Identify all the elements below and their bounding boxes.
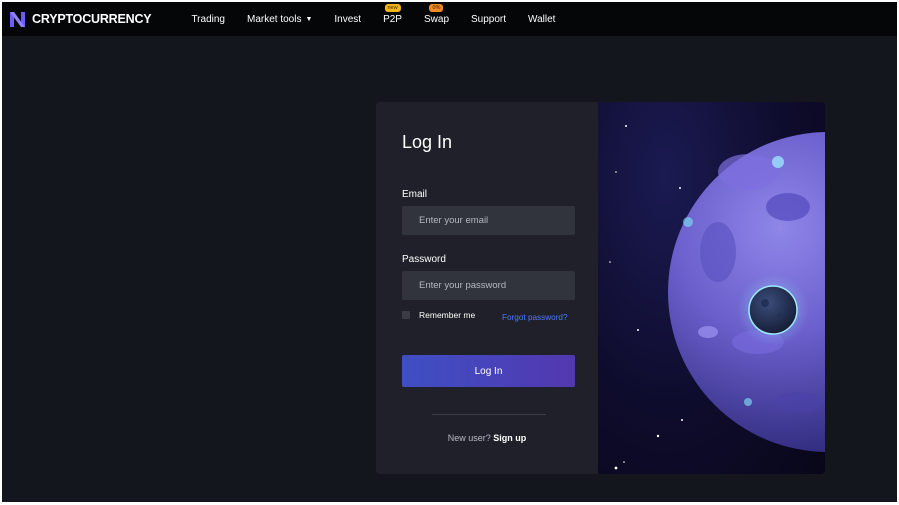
logo-icon bbox=[10, 11, 25, 27]
app-window: CRYPTOCURRENCY Trading Market tools ▼ In… bbox=[2, 2, 897, 502]
nav-item-label: Market tools bbox=[246, 13, 302, 25]
remember-me-row: Remember me bbox=[402, 310, 475, 320]
remember-me-checkbox[interactable] bbox=[402, 311, 410, 319]
nav-item-support[interactable]: Support bbox=[471, 2, 506, 36]
password-input[interactable] bbox=[402, 271, 575, 300]
password-label: Password bbox=[402, 254, 446, 265]
planet-artwork bbox=[609, 125, 825, 470]
new-user-text: New user? bbox=[447, 433, 491, 443]
signup-link[interactable]: Sign up bbox=[493, 433, 526, 443]
nav-item-label: P2P bbox=[383, 13, 402, 25]
signup-prompt: New user? Sign up bbox=[376, 433, 598, 443]
nav-item-invest[interactable]: Invest bbox=[334, 2, 361, 36]
nav-item-label: Swap bbox=[423, 13, 449, 25]
nav-item-label: Trading bbox=[191, 13, 225, 25]
nav-item-label: Wallet bbox=[528, 13, 556, 25]
login-card: Log In Email Password Remember me Forgot… bbox=[376, 102, 825, 474]
page-title: Log In bbox=[402, 132, 453, 152]
email-label: Email bbox=[402, 189, 428, 200]
nav-item-swap[interactable]: 0% Swap bbox=[424, 2, 449, 36]
divider bbox=[432, 414, 546, 415]
caret-down-icon: ▼ bbox=[305, 15, 313, 23]
brand-name: CRYPTOCURRENCY bbox=[32, 12, 152, 26]
login-button[interactable]: Log In bbox=[402, 355, 575, 387]
nav-item-trading[interactable]: Trading bbox=[191, 2, 225, 36]
remember-me-label: Remember me bbox=[419, 310, 476, 320]
login-form: Log In Email Password Remember me Forgot… bbox=[376, 102, 598, 474]
main-nav: Trading Market tools ▼ Invest new P2P 0%… bbox=[191, 2, 577, 36]
top-navigation-bar: CRYPTOCURRENCY Trading Market tools ▼ In… bbox=[2, 2, 897, 36]
planet-illustration bbox=[598, 102, 825, 474]
fee-badge: 0% bbox=[429, 4, 444, 12]
forgot-password-link[interactable]: Forgot password? bbox=[502, 313, 568, 322]
nav-item-wallet[interactable]: Wallet bbox=[528, 2, 555, 36]
brand-logo[interactable]: CRYPTOCURRENCY bbox=[10, 11, 152, 27]
email-input[interactable] bbox=[402, 206, 575, 235]
nav-item-label: Support bbox=[471, 13, 507, 25]
nav-item-label: Invest bbox=[334, 13, 362, 25]
nav-item-market-tools[interactable]: Market tools ▼ bbox=[247, 2, 312, 36]
new-badge: new bbox=[384, 4, 401, 12]
nav-item-p2p[interactable]: new P2P bbox=[383, 2, 402, 36]
